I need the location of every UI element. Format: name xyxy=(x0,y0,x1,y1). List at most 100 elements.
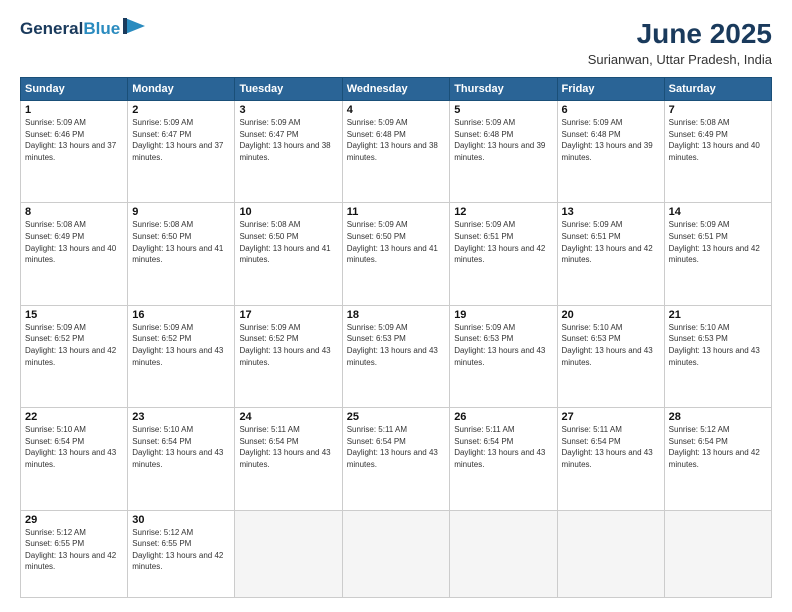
calendar-row-2: 8 Sunrise: 5:08 AMSunset: 6:49 PMDayligh… xyxy=(21,203,772,305)
day-number: 24 xyxy=(239,411,337,423)
table-row: 28 Sunrise: 5:12 AMSunset: 6:54 PMDaylig… xyxy=(664,408,771,510)
flag-svg xyxy=(123,18,145,34)
day-info: Sunrise: 5:09 AMSunset: 6:48 PMDaylight:… xyxy=(347,117,445,163)
day-number: 15 xyxy=(25,309,123,321)
table-row: 5 Sunrise: 5:09 AMSunset: 6:48 PMDayligh… xyxy=(450,101,557,203)
table-row: 30 Sunrise: 5:12 AMSunset: 6:55 PMDaylig… xyxy=(128,510,235,597)
day-info: Sunrise: 5:09 AMSunset: 6:50 PMDaylight:… xyxy=(347,219,445,265)
day-number: 17 xyxy=(239,309,337,321)
day-info: Sunrise: 5:09 AMSunset: 6:51 PMDaylight:… xyxy=(669,219,767,265)
day-info: Sunrise: 5:09 AMSunset: 6:51 PMDaylight:… xyxy=(454,219,552,265)
day-number: 6 xyxy=(562,104,660,116)
table-row: 26 Sunrise: 5:11 AMSunset: 6:54 PMDaylig… xyxy=(450,408,557,510)
table-row xyxy=(342,510,449,597)
day-info: Sunrise: 5:11 AMSunset: 6:54 PMDaylight:… xyxy=(454,424,552,470)
day-info: Sunrise: 5:12 AMSunset: 6:55 PMDaylight:… xyxy=(25,527,123,573)
day-info: Sunrise: 5:11 AMSunset: 6:54 PMDaylight:… xyxy=(562,424,660,470)
day-info: Sunrise: 5:08 AMSunset: 6:49 PMDaylight:… xyxy=(669,117,767,163)
day-info: Sunrise: 5:08 AMSunset: 6:50 PMDaylight:… xyxy=(132,219,230,265)
table-row: 23 Sunrise: 5:10 AMSunset: 6:54 PMDaylig… xyxy=(128,408,235,510)
table-row: 6 Sunrise: 5:09 AMSunset: 6:48 PMDayligh… xyxy=(557,101,664,203)
day-info: Sunrise: 5:08 AMSunset: 6:49 PMDaylight:… xyxy=(25,219,123,265)
day-number: 4 xyxy=(347,104,445,116)
table-row: 10 Sunrise: 5:08 AMSunset: 6:50 PMDaylig… xyxy=(235,203,342,305)
table-row xyxy=(664,510,771,597)
day-info: Sunrise: 5:09 AMSunset: 6:52 PMDaylight:… xyxy=(132,322,230,368)
day-info: Sunrise: 5:09 AMSunset: 6:53 PMDaylight:… xyxy=(454,322,552,368)
table-row: 11 Sunrise: 5:09 AMSunset: 6:50 PMDaylig… xyxy=(342,203,449,305)
day-number: 28 xyxy=(669,411,767,423)
table-row: 20 Sunrise: 5:10 AMSunset: 6:53 PMDaylig… xyxy=(557,305,664,407)
day-info: Sunrise: 5:11 AMSunset: 6:54 PMDaylight:… xyxy=(239,424,337,470)
calendar-table: Sunday Monday Tuesday Wednesday Thursday… xyxy=(20,77,772,598)
table-row: 25 Sunrise: 5:11 AMSunset: 6:54 PMDaylig… xyxy=(342,408,449,510)
day-info: Sunrise: 5:12 AMSunset: 6:54 PMDaylight:… xyxy=(669,424,767,470)
table-row: 2 Sunrise: 5:09 AMSunset: 6:47 PMDayligh… xyxy=(128,101,235,203)
day-number: 23 xyxy=(132,411,230,423)
day-number: 1 xyxy=(25,104,123,116)
table-row: 13 Sunrise: 5:09 AMSunset: 6:51 PMDaylig… xyxy=(557,203,664,305)
day-info: Sunrise: 5:09 AMSunset: 6:46 PMDaylight:… xyxy=(25,117,123,163)
day-number: 7 xyxy=(669,104,767,116)
day-number: 16 xyxy=(132,309,230,321)
table-row: 18 Sunrise: 5:09 AMSunset: 6:53 PMDaylig… xyxy=(342,305,449,407)
table-row: 24 Sunrise: 5:11 AMSunset: 6:54 PMDaylig… xyxy=(235,408,342,510)
header-wednesday: Wednesday xyxy=(342,78,449,101)
day-number: 5 xyxy=(454,104,552,116)
main-title: June 2025 xyxy=(588,18,772,50)
table-row: 4 Sunrise: 5:09 AMSunset: 6:48 PMDayligh… xyxy=(342,101,449,203)
weekday-header-row: Sunday Monday Tuesday Wednesday Thursday… xyxy=(21,78,772,101)
table-row: 15 Sunrise: 5:09 AMSunset: 6:52 PMDaylig… xyxy=(21,305,128,407)
logo-text: GeneralBlue xyxy=(20,19,120,39)
day-number: 19 xyxy=(454,309,552,321)
header-monday: Monday xyxy=(128,78,235,101)
table-row: 9 Sunrise: 5:08 AMSunset: 6:50 PMDayligh… xyxy=(128,203,235,305)
logo-wrapper: GeneralBlue xyxy=(20,18,145,39)
table-row: 7 Sunrise: 5:08 AMSunset: 6:49 PMDayligh… xyxy=(664,101,771,203)
day-info: Sunrise: 5:09 AMSunset: 6:47 PMDaylight:… xyxy=(239,117,337,163)
day-number: 10 xyxy=(239,206,337,218)
table-row: 14 Sunrise: 5:09 AMSunset: 6:51 PMDaylig… xyxy=(664,203,771,305)
logo-icon xyxy=(123,18,145,39)
table-row: 8 Sunrise: 5:08 AMSunset: 6:49 PMDayligh… xyxy=(21,203,128,305)
logo: GeneralBlue xyxy=(20,18,145,39)
day-number: 21 xyxy=(669,309,767,321)
day-number: 2 xyxy=(132,104,230,116)
table-row: 1 Sunrise: 5:09 AMSunset: 6:46 PMDayligh… xyxy=(21,101,128,203)
day-info: Sunrise: 5:09 AMSunset: 6:53 PMDaylight:… xyxy=(347,322,445,368)
table-row: 29 Sunrise: 5:12 AMSunset: 6:55 PMDaylig… xyxy=(21,510,128,597)
calendar-row-1: 1 Sunrise: 5:09 AMSunset: 6:46 PMDayligh… xyxy=(21,101,772,203)
day-info: Sunrise: 5:11 AMSunset: 6:54 PMDaylight:… xyxy=(347,424,445,470)
day-info: Sunrise: 5:09 AMSunset: 6:52 PMDaylight:… xyxy=(25,322,123,368)
header: GeneralBlue June 2025 Surianwan, Uttar P… xyxy=(20,18,772,67)
day-number: 26 xyxy=(454,411,552,423)
day-number: 29 xyxy=(25,514,123,526)
calendar-row-4: 22 Sunrise: 5:10 AMSunset: 6:54 PMDaylig… xyxy=(21,408,772,510)
day-number: 3 xyxy=(239,104,337,116)
header-sunday: Sunday xyxy=(21,78,128,101)
day-info: Sunrise: 5:09 AMSunset: 6:48 PMDaylight:… xyxy=(454,117,552,163)
day-number: 20 xyxy=(562,309,660,321)
day-number: 27 xyxy=(562,411,660,423)
header-saturday: Saturday xyxy=(664,78,771,101)
day-info: Sunrise: 5:10 AMSunset: 6:53 PMDaylight:… xyxy=(562,322,660,368)
day-number: 13 xyxy=(562,206,660,218)
table-row: 3 Sunrise: 5:09 AMSunset: 6:47 PMDayligh… xyxy=(235,101,342,203)
title-block: June 2025 Surianwan, Uttar Pradesh, Indi… xyxy=(588,18,772,67)
day-number: 18 xyxy=(347,309,445,321)
day-info: Sunrise: 5:10 AMSunset: 6:54 PMDaylight:… xyxy=(132,424,230,470)
table-row: 12 Sunrise: 5:09 AMSunset: 6:51 PMDaylig… xyxy=(450,203,557,305)
day-number: 14 xyxy=(669,206,767,218)
calendar-row-3: 15 Sunrise: 5:09 AMSunset: 6:52 PMDaylig… xyxy=(21,305,772,407)
day-info: Sunrise: 5:12 AMSunset: 6:55 PMDaylight:… xyxy=(132,527,230,573)
day-number: 25 xyxy=(347,411,445,423)
table-row xyxy=(235,510,342,597)
subtitle: Surianwan, Uttar Pradesh, India xyxy=(588,52,772,67)
calendar-row-5: 29 Sunrise: 5:12 AMSunset: 6:55 PMDaylig… xyxy=(21,510,772,597)
day-info: Sunrise: 5:10 AMSunset: 6:54 PMDaylight:… xyxy=(25,424,123,470)
table-row: 22 Sunrise: 5:10 AMSunset: 6:54 PMDaylig… xyxy=(21,408,128,510)
day-number: 11 xyxy=(347,206,445,218)
logo-blue-text: Blue xyxy=(83,19,120,38)
day-number: 8 xyxy=(25,206,123,218)
header-tuesday: Tuesday xyxy=(235,78,342,101)
